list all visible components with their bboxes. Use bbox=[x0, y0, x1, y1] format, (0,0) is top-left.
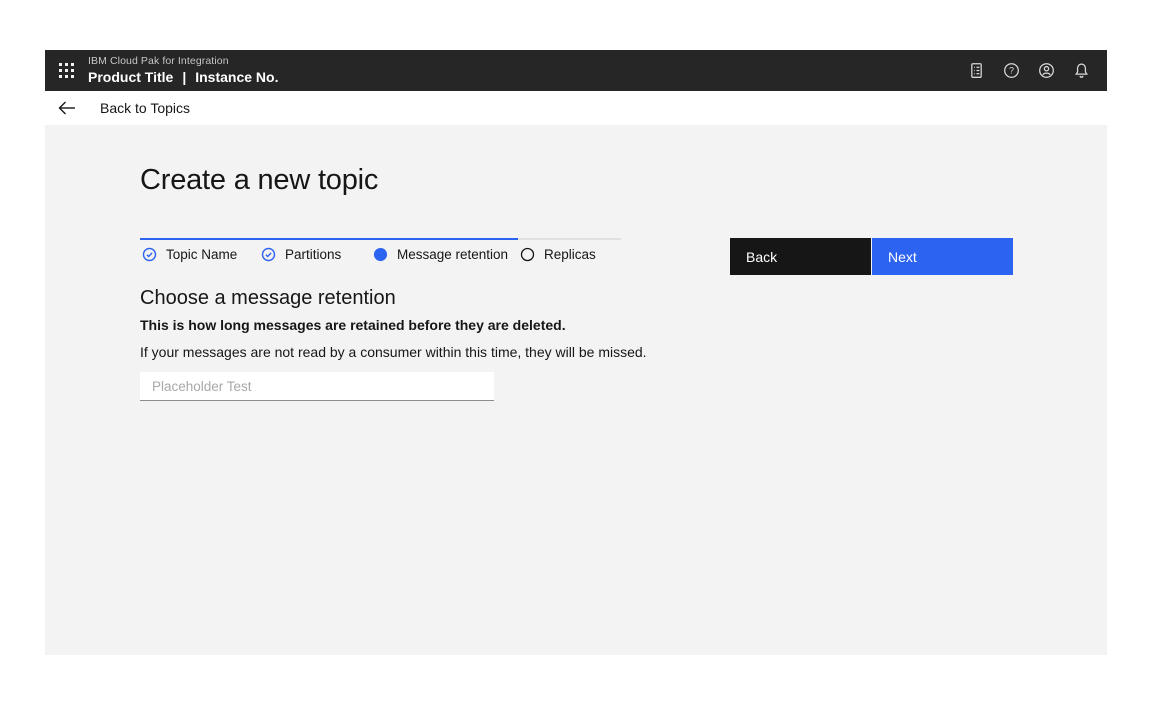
help-icon: ? bbox=[1003, 62, 1020, 79]
back-arrow-icon bbox=[58, 101, 76, 115]
back-to-topics-label: Back to Topics bbox=[88, 100, 190, 116]
product-title: Product Title bbox=[88, 69, 173, 85]
title-divider: | bbox=[182, 69, 186, 85]
step-label: Topic Name bbox=[166, 247, 237, 262]
page-title: Create a new topic bbox=[140, 164, 378, 197]
help-button[interactable]: ? bbox=[994, 50, 1029, 91]
step-replicas[interactable]: Replicas bbox=[518, 238, 621, 262]
step-label: Message retention bbox=[397, 247, 508, 262]
message-retention-input[interactable] bbox=[140, 372, 494, 401]
app-switcher-button[interactable] bbox=[45, 50, 88, 91]
wizard-button-set: Back Next bbox=[730, 238, 1013, 275]
notifications-button[interactable] bbox=[1064, 50, 1099, 91]
step-topic-name[interactable]: Topic Name bbox=[140, 238, 259, 262]
step-complete-icon bbox=[261, 247, 276, 262]
step-label: Partitions bbox=[285, 247, 341, 262]
section-heading: Choose a message retention bbox=[140, 287, 396, 310]
step-message-retention[interactable]: Message retention bbox=[371, 238, 518, 262]
create-topic-panel: Create a new topic Topic Name bbox=[45, 125, 1107, 655]
user-profile-button[interactable] bbox=[1029, 50, 1064, 91]
step-current-icon bbox=[373, 247, 388, 262]
step-incomplete-icon bbox=[520, 247, 535, 262]
catalog-button[interactable] bbox=[959, 50, 994, 91]
step-label: Replicas bbox=[544, 247, 596, 262]
section-description: If your messages are not read by a consu… bbox=[140, 344, 647, 360]
progress-indicator: Topic Name Partitions bbox=[140, 238, 621, 262]
back-to-topics-link[interactable]: Back to Topics bbox=[45, 100, 190, 116]
next-button[interactable]: Next bbox=[872, 238, 1013, 275]
section-description-bold: This is how long messages are retained b… bbox=[140, 317, 566, 333]
switcher-icon bbox=[59, 63, 74, 78]
user-avatar-icon bbox=[1038, 62, 1055, 79]
svg-text:?: ? bbox=[1009, 66, 1014, 76]
catalog-icon bbox=[968, 62, 985, 79]
breadcrumb-bar: Back to Topics bbox=[45, 91, 1107, 125]
notification-bell-icon bbox=[1073, 62, 1090, 79]
header-actions: ? bbox=[959, 50, 1107, 91]
app-header: IBM Cloud Pak for Integration Product Ti… bbox=[45, 50, 1107, 91]
platform-name: IBM Cloud Pak for Integration bbox=[88, 55, 278, 67]
step-partitions[interactable]: Partitions bbox=[259, 238, 371, 262]
instance-label: Instance No. bbox=[195, 69, 278, 85]
step-complete-icon bbox=[142, 247, 157, 262]
back-button[interactable]: Back bbox=[730, 238, 871, 275]
brand-block: IBM Cloud Pak for Integration Product Ti… bbox=[88, 55, 278, 85]
